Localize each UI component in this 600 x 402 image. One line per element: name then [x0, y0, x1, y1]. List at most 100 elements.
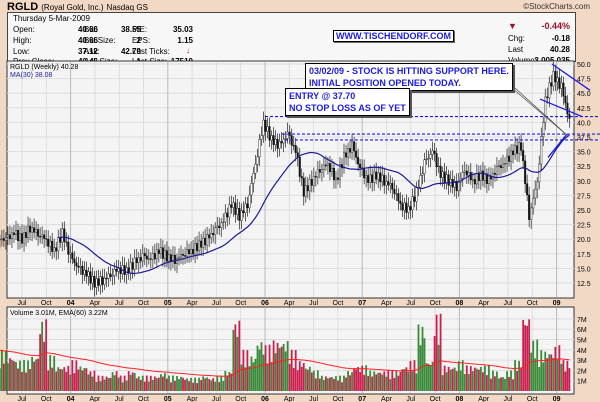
volume-bar: [441, 375, 444, 391]
price-candle: [566, 102, 569, 115]
volume-bar: [488, 365, 490, 391]
price-candle: [423, 159, 426, 174]
volume-bar: [534, 358, 537, 391]
volume-bar: [27, 360, 29, 391]
volume-bar: [514, 360, 516, 391]
volume-bar: [333, 378, 335, 391]
price-candle: [149, 258, 152, 260]
price-candle: [226, 212, 229, 218]
price-candle: [522, 150, 525, 162]
volume-bar: [107, 378, 110, 391]
price-candle: [302, 177, 305, 197]
volume-bar: [119, 375, 122, 391]
volume-bar: [463, 373, 466, 391]
volume-bar: [355, 369, 357, 391]
volume-bar: [17, 368, 19, 391]
price-candle: [222, 221, 225, 224]
volume-bar: [445, 372, 448, 391]
volume-bar: [361, 365, 364, 391]
volume-bar: [272, 340, 275, 391]
price-candle: [429, 154, 432, 159]
volume-bar: [184, 379, 186, 391]
volume-bar: [23, 360, 25, 391]
price-candle: [391, 183, 394, 190]
price-volume-chart: 50.047.545.042.540.037.535.032.530.027.5…: [0, 60, 600, 402]
price-candle: [252, 173, 255, 184]
price-candle: [518, 142, 521, 154]
volume-bar: [506, 371, 508, 391]
price-candle: [89, 271, 92, 284]
price-candle: [320, 169, 323, 173]
volume-bar: [160, 374, 162, 391]
volume-bar: [214, 381, 217, 391]
volume-bar: [343, 375, 345, 391]
volume-bar: [459, 370, 462, 391]
price-candle: [308, 178, 311, 192]
volume-bar: [425, 363, 428, 391]
volume-bar: [327, 378, 329, 391]
price-candle: [190, 249, 193, 255]
price-candle: [165, 250, 168, 262]
volume-bar: [532, 340, 535, 391]
price-candle: [475, 173, 478, 185]
volume-bar: [59, 369, 62, 391]
volume-bar: [306, 369, 309, 391]
price-tick-label: 15.0: [577, 266, 591, 273]
price-candle: [216, 225, 219, 228]
volume-bar: [208, 379, 211, 391]
volume-bar: [447, 366, 450, 391]
price-candle: [39, 236, 42, 238]
volume-bar: [522, 319, 525, 391]
price-candle: [532, 197, 535, 209]
volume-bar: [353, 368, 355, 391]
time-tick-label: Apr: [89, 300, 101, 307]
volume-bar: [0, 349, 3, 391]
volume-bar: [395, 370, 398, 391]
price-candle: [286, 131, 289, 139]
volume-bar: [155, 378, 158, 391]
price-candle: [493, 172, 496, 175]
price-candle: [318, 169, 321, 173]
volume-bar: [149, 375, 152, 391]
time-tick-label: Jul: [309, 396, 318, 402]
price-candle: [264, 119, 267, 132]
volume-bar: [3, 363, 5, 391]
price-candle: [425, 158, 428, 161]
time-tick-label: Jul: [406, 396, 415, 402]
volume-bar: [47, 370, 50, 391]
volume-bar: [178, 379, 180, 391]
time-tick-label: Apr: [478, 396, 490, 402]
time-tick-label: Apr: [478, 300, 490, 307]
price-candle: [395, 193, 398, 195]
price-candle: [135, 257, 138, 264]
price-candle: [109, 273, 112, 277]
volume-bar: [37, 358, 39, 391]
price-candle: [133, 257, 136, 270]
time-tick-label: Oct: [332, 396, 343, 402]
price-candle: [79, 266, 82, 268]
volume-bar: [314, 378, 317, 391]
volume-bar: [453, 367, 456, 391]
price-candle: [345, 152, 348, 158]
price-candle: [220, 222, 223, 228]
price-candle: [324, 164, 327, 167]
volume-bar: [67, 365, 70, 391]
volume-bar: [39, 334, 42, 391]
volume-bar: [339, 375, 341, 391]
price-tick-label: 22.5: [577, 223, 591, 230]
volume-bar: [43, 341, 46, 391]
price-candle: [210, 233, 213, 239]
volume-bar: [51, 367, 54, 391]
volume-bar: [564, 371, 567, 391]
volume-bar: [57, 367, 60, 391]
time-tick-label: Oct: [138, 396, 149, 402]
volume-bar: [542, 362, 545, 391]
price-candle: [550, 82, 553, 87]
volume-bar: [421, 326, 424, 391]
volume-bar: [186, 378, 188, 391]
price-candle: [483, 173, 486, 181]
volume-bar: [568, 368, 571, 391]
price-candle: [71, 252, 74, 260]
volume-bar: [310, 372, 313, 391]
price-candle: [125, 267, 128, 275]
